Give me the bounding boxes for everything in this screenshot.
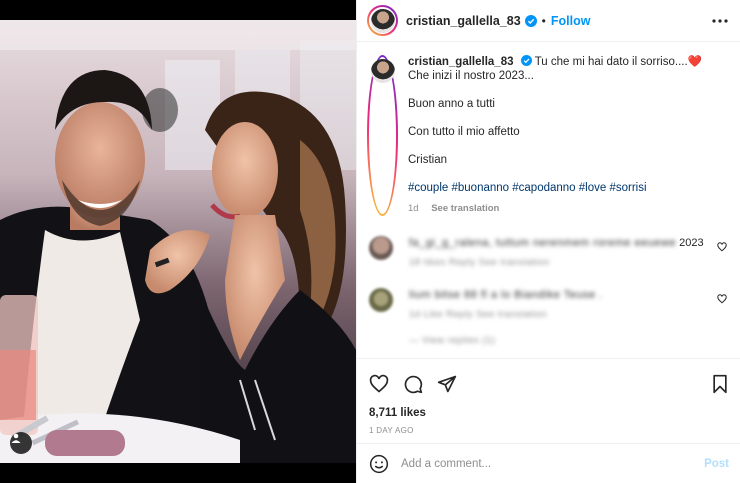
caption-body: cristian_gallella_83 Tu che mi hai dato … [408, 55, 728, 216]
verified-badge-icon [520, 55, 532, 66]
hashtag-link[interactable]: #buonanno [452, 182, 510, 194]
add-comment-input[interactable] [401, 457, 705, 470]
caption-line-1: Tu che mi hai dato il sorriso....❤️ [534, 56, 702, 68]
like-heart-icon[interactable] [369, 374, 389, 394]
header-separator: • [541, 13, 546, 28]
comment-content: lium bitse 88 fl a lo Biandike Teuse . 1… [409, 288, 603, 348]
comment-item: lium bitse 88 fl a lo Biandike Teuse . 1… [367, 288, 729, 348]
comment-item: fa_gi_g_ralena, tuttum nerenmem roreme e… [367, 236, 729, 270]
post-photo[interactable] [0, 20, 356, 463]
caption-author-avatar[interactable] [367, 55, 398, 216]
caption-hashtags: #couple #buonanno #capodanno #love #sorr… [408, 181, 728, 195]
caption-line-4: Con tutto il mio affetto [408, 126, 520, 138]
tagged-users-button[interactable] [10, 432, 32, 454]
caption-age: 1d [408, 203, 419, 214]
likes-count[interactable]: 8,711 likes [357, 399, 740, 419]
comment-meta-blurred: 1d Like Reply See translation [409, 309, 548, 320]
comment-bubble-icon[interactable] [403, 374, 423, 394]
more-options-icon[interactable] [712, 18, 728, 23]
caption-meta: 1d See translation [408, 202, 728, 216]
see-translation-button[interactable]: See translation [431, 203, 499, 214]
hashtag-link[interactable]: #couple [408, 182, 448, 194]
hashtag-link[interactable]: #sorrisi [609, 182, 646, 194]
post-header: cristian_gallella_83 • Follow [357, 0, 740, 42]
verified-badge-icon [524, 14, 537, 27]
author-username[interactable]: cristian_gallella_83 [406, 14, 521, 28]
couple-photo-illustration [0, 20, 356, 463]
post-sidebar: cristian_gallella_83 • Follow cristian_g… [356, 0, 740, 483]
action-icons-row [357, 359, 740, 399]
caption-line-3: Buon anno a tutti [408, 98, 495, 110]
comments-section[interactable]: cristian_gallella_83 Tu che mi hai dato … [357, 43, 740, 358]
post-media [0, 0, 356, 483]
author-avatar[interactable] [367, 5, 398, 36]
commenter-avatar[interactable] [369, 236, 393, 260]
comment-like-heart-icon[interactable] [717, 242, 727, 252]
hashtag-link[interactable]: #love [579, 182, 607, 194]
post-caption: cristian_gallella_83 Tu che mi hai dato … [367, 55, 729, 216]
post-comment-button[interactable]: Post [704, 458, 729, 470]
comment-like-heart-icon[interactable] [717, 294, 727, 304]
save-bookmark-icon[interactable] [711, 374, 729, 394]
post-date: 1 DAY AGO [369, 426, 414, 435]
share-paper-plane-icon[interactable] [437, 374, 457, 394]
caption-username[interactable]: cristian_gallella_83 [408, 56, 513, 68]
hashtag-link[interactable]: #capodanno [512, 182, 575, 194]
comment-text-visible: 2023 [679, 237, 704, 249]
emoji-icon[interactable] [369, 454, 389, 474]
caption-line-2: Che inizi il nostro 2023... [408, 70, 534, 82]
add-comment-bar: Post [357, 443, 740, 483]
comment-meta-blurred: 18 tikes Reply See translation [409, 257, 550, 268]
comment-text-blurred: lium bitse 88 fl a lo Biandike Teuse . [409, 289, 603, 301]
caption-line-5: Cristian [408, 154, 447, 166]
post-actions: 8,711 likes 1 DAY AGO Post [357, 358, 740, 483]
view-replies-blurred[interactable]: — View replies (1) [409, 334, 603, 348]
commenter-avatar[interactable] [369, 288, 393, 312]
comment-text-blurred: fa_gi_g_ralena, tuttum nerenmem roreme e… [409, 237, 677, 249]
follow-button[interactable]: Follow [551, 14, 591, 28]
comment-content: fa_gi_g_ralena, tuttum nerenmem roreme e… [409, 236, 704, 270]
